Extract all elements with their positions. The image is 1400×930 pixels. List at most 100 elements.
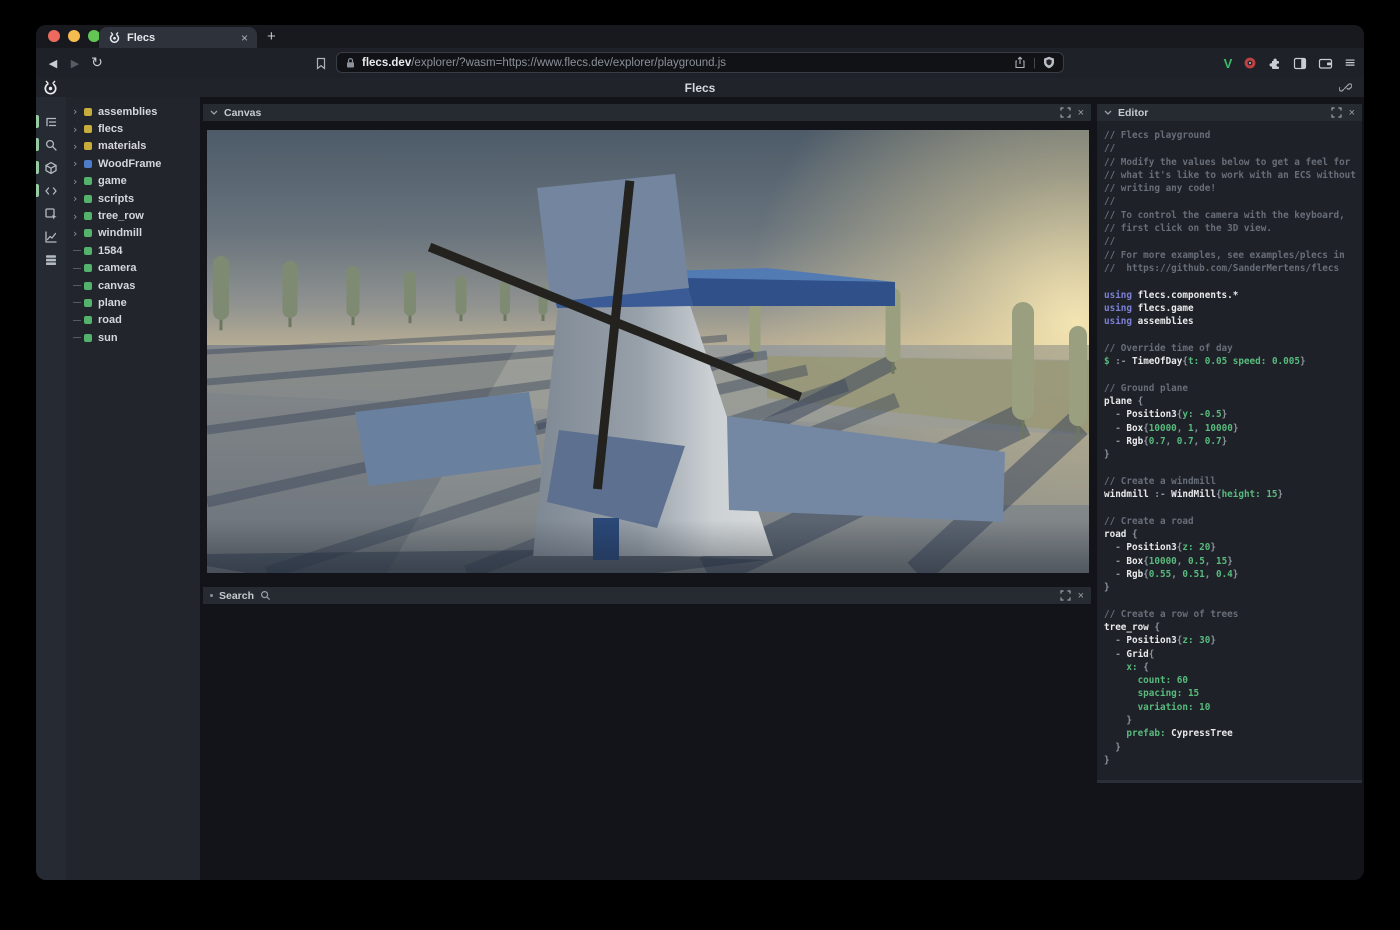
fullscreen-icon[interactable] xyxy=(1060,107,1071,118)
code-line: // https://github.com/SanderMertens/flec… xyxy=(1104,262,1362,275)
back-button[interactable]: ◀ xyxy=(44,48,62,78)
entity-kind-swatch xyxy=(84,247,92,255)
expand-chevron-icon[interactable]: › xyxy=(73,192,84,205)
tree-item-label: WoodFrame xyxy=(98,158,161,170)
tree-item-camera[interactable]: camera xyxy=(66,260,200,277)
sidebar-tool-scene-3d-icon[interactable] xyxy=(36,156,66,179)
entity-kind-swatch xyxy=(84,125,92,133)
code-line: tree_row { xyxy=(1104,621,1362,634)
tree-item-label: sun xyxy=(98,332,118,344)
windmill-sail-upper xyxy=(537,174,689,302)
code-line: } xyxy=(1104,741,1362,754)
code-line xyxy=(1104,328,1362,341)
extensions-puzzle-icon[interactable] xyxy=(1268,56,1282,70)
minimize-window-button[interactable] xyxy=(68,30,80,42)
sidebar-tool-inspector-icon[interactable] xyxy=(36,202,66,225)
entity-kind-swatch xyxy=(84,108,92,116)
code-line: // Override time of day xyxy=(1104,342,1362,355)
tree-item-sun[interactable]: sun xyxy=(66,329,200,346)
collapse-chevron-icon[interactable] xyxy=(210,110,218,115)
tool-icon-bar xyxy=(36,97,66,880)
code-line: // Create a road xyxy=(1104,515,1362,528)
tree-item-1584[interactable]: 1584 xyxy=(66,242,200,259)
close-window-button[interactable] xyxy=(48,30,60,42)
code-line: x: { xyxy=(1104,661,1362,674)
fullscreen-icon[interactable] xyxy=(1331,107,1342,118)
browser-navbar: ◀ ▶ ↻ flecs.dev/explorer/?wasm=https://w… xyxy=(36,48,1364,78)
share-icon[interactable] xyxy=(1014,56,1026,69)
tree-item-tree_row[interactable]: › tree_row xyxy=(66,207,200,224)
code-line: - Rgb{0.7, 0.7, 0.7} xyxy=(1104,435,1362,448)
collapsed-dot-icon[interactable] xyxy=(210,594,213,597)
share-link-icon[interactable] xyxy=(1339,81,1352,94)
forward-button[interactable]: ▶ xyxy=(66,48,84,78)
bottom-vignette xyxy=(207,520,1089,573)
browser-tab[interactable]: Flecs × xyxy=(99,27,257,48)
search-close-icon[interactable]: × xyxy=(1078,590,1084,602)
collapse-chevron-icon[interactable] xyxy=(1104,110,1112,115)
tree-item-label: tree_row xyxy=(98,210,144,222)
tab-close-icon[interactable]: × xyxy=(241,32,248,44)
expand-chevron-icon[interactable]: › xyxy=(73,157,84,170)
code-line: // To control the camera with the keyboa… xyxy=(1104,209,1362,222)
entity-tree-panel: ›assemblies›flecs›materials›WoodFrame›ga… xyxy=(66,97,200,880)
leaf-dash-icon xyxy=(73,285,84,286)
entity-kind-swatch xyxy=(84,334,92,342)
expand-chevron-icon[interactable]: › xyxy=(73,123,84,136)
new-tab-button[interactable]: + xyxy=(267,27,276,47)
reload-button[interactable]: ↻ xyxy=(88,48,106,78)
tree-item-plane[interactable]: plane xyxy=(66,294,200,311)
tree-item-canvas[interactable]: canvas xyxy=(66,277,200,294)
sidebar-tool-code-editor-icon[interactable] xyxy=(36,179,66,202)
wallet-icon[interactable] xyxy=(1318,57,1333,70)
tree-item-windmill[interactable]: ›windmill xyxy=(66,225,200,242)
code-line: windmill :- WindMill{height: 15} xyxy=(1104,488,1362,501)
canvas-3d-view[interactable] xyxy=(207,130,1089,573)
tree-item-flecs[interactable]: ›flecs xyxy=(66,120,200,137)
code-editor[interactable]: // Flecs playground//// Modify the value… xyxy=(1097,121,1362,783)
main-area: Canvas × xyxy=(200,97,1364,880)
sidebar-tool-stats-chart-icon[interactable] xyxy=(36,225,66,248)
code-line: - Rgb{0.55, 0.51, 0.4} xyxy=(1104,568,1362,581)
expand-chevron-icon[interactable]: › xyxy=(73,105,84,118)
sidebar-tool-entity-tree-icon[interactable] xyxy=(36,110,66,133)
vue-devtools-icon[interactable]: V xyxy=(1224,56,1233,71)
url-bar[interactable]: flecs.dev/explorer/?wasm=https://www.fle… xyxy=(336,52,1064,73)
expand-chevron-icon[interactable]: › xyxy=(73,210,84,223)
code-line: using assemblies xyxy=(1104,315,1362,328)
sidebar-tool-search-icon[interactable] xyxy=(36,133,66,156)
code-line: - Position3{z: 20} xyxy=(1104,541,1362,554)
search-panel-header: Search × xyxy=(203,587,1091,604)
code-line: // Modify the values below to get a feel… xyxy=(1104,156,1362,169)
code-line: } xyxy=(1104,448,1362,461)
code-line xyxy=(1104,594,1362,607)
expand-chevron-icon[interactable]: › xyxy=(73,227,84,240)
tree-item-game[interactable]: ›game xyxy=(66,173,200,190)
sidebar-toggle-icon[interactable] xyxy=(1293,57,1307,70)
sidebar-tool-data-tables-icon[interactable] xyxy=(36,248,66,271)
entity-kind-swatch xyxy=(84,299,92,307)
search-icon xyxy=(260,590,271,601)
expand-chevron-icon[interactable]: › xyxy=(73,175,84,188)
code-line: prefab: CypressTree xyxy=(1104,727,1362,740)
entity-kind-swatch xyxy=(84,212,92,220)
extension-badge-icon[interactable] xyxy=(1243,56,1257,70)
editor-close-icon[interactable]: × xyxy=(1349,107,1355,119)
tree-item-materials[interactable]: ›materials xyxy=(66,138,200,155)
tree-item-assemblies[interactable]: ›assemblies xyxy=(66,103,200,120)
tree-item-scripts[interactable]: ›scripts xyxy=(66,190,200,207)
tree-item-WoodFrame[interactable]: › WoodFrame xyxy=(66,155,200,172)
canvas-close-icon[interactable]: × xyxy=(1078,107,1084,119)
lock-icon xyxy=(345,57,356,69)
leaf-dash-icon xyxy=(73,302,84,303)
code-line: spacing: 15 xyxy=(1104,687,1362,700)
expand-chevron-icon[interactable]: › xyxy=(73,140,84,153)
shield-icon[interactable] xyxy=(1043,56,1055,69)
bookmark-sidebar-icon[interactable] xyxy=(312,48,330,78)
tree-item-road[interactable]: road xyxy=(66,312,200,329)
menu-hamburger-icon[interactable]: ≡ xyxy=(1344,55,1356,71)
code-line: // Flecs playground xyxy=(1104,129,1362,142)
entity-kind-swatch xyxy=(84,195,92,203)
search-panel-title: Search xyxy=(219,590,254,602)
fullscreen-icon[interactable] xyxy=(1060,590,1071,601)
